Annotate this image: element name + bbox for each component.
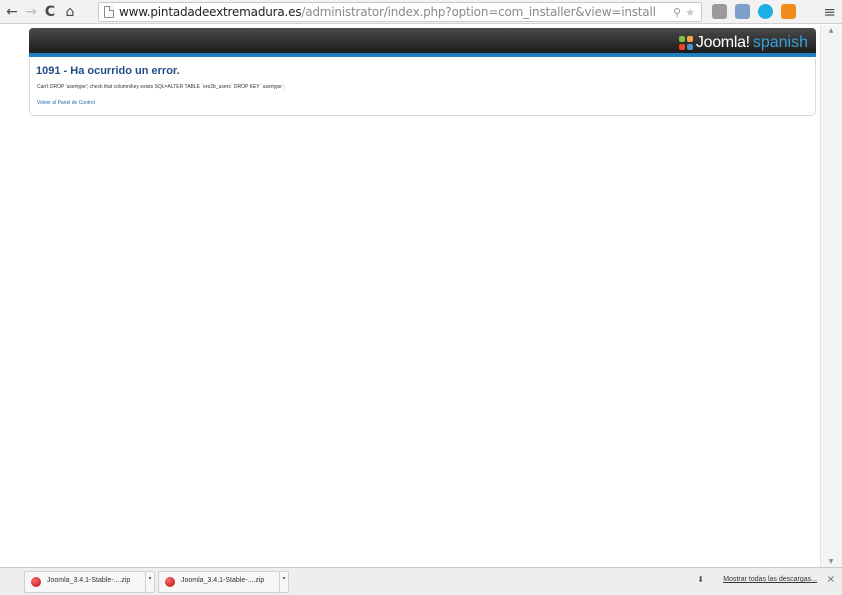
skype-icon[interactable] xyxy=(758,4,773,19)
home-icon[interactable]: ⌂ xyxy=(62,3,78,21)
download-item[interactable]: Joomla_3.4.1-Stable-....zip xyxy=(24,571,146,593)
joomla-brand-sub: spanish xyxy=(752,34,808,51)
star-icon[interactable]: ★ xyxy=(685,6,695,19)
download-item[interactable]: Joomla_3.4.1-Stable-....zip xyxy=(158,571,280,593)
scroll-down-icon[interactable]: ▼ xyxy=(825,558,837,565)
error-title: 1091 - Ha ocurrido un error. xyxy=(36,65,180,77)
page-icon xyxy=(104,6,114,18)
extension-icon[interactable] xyxy=(712,4,727,19)
show-all-downloads-link[interactable]: Mostrar todas las descargas... xyxy=(723,576,817,583)
archive-icon xyxy=(165,577,175,587)
url-path: /administrator/index.php?option=com_inst… xyxy=(301,5,656,19)
error-message: Can't DROP 'usertype'; check that column… xyxy=(37,84,285,90)
joomla-header: Joomla! spanish xyxy=(29,28,816,57)
close-icon[interactable]: × xyxy=(827,574,835,585)
download-shelf: Joomla_3.4.1-Stable-....zip ▾ Joomla_3.4… xyxy=(0,567,842,595)
back-icon[interactable]: ← xyxy=(4,3,20,21)
joomla-logo: Joomla! spanish xyxy=(678,33,808,53)
address-bar[interactable]: www.pintadadeextremadura.es/administrato… xyxy=(98,2,702,22)
archive-icon xyxy=(31,577,41,587)
joomla-brand: Joomla! xyxy=(695,34,750,51)
download-menu-button[interactable]: ▾ xyxy=(280,571,289,593)
error-panel: 1091 - Ha ocurrido un error. Can't DROP … xyxy=(29,59,816,116)
download-filename: Joomla_3.4.1-Stable-....zip xyxy=(181,577,265,584)
download-menu-button[interactable]: ▾ xyxy=(146,571,155,593)
browser-toolbar: ← → C ⌂ www.pintadadeextremadura.es/admi… xyxy=(0,0,842,24)
extension-shield-icon[interactable] xyxy=(735,4,750,19)
forward-icon[interactable]: → xyxy=(23,3,39,21)
url-host: www.pintadadeextremadura.es xyxy=(119,5,302,19)
download-icon: ⬇ xyxy=(697,575,704,584)
url-text: www.pintadadeextremadura.es/administrato… xyxy=(119,5,656,20)
scroll-up-icon[interactable]: ▲ xyxy=(825,27,837,34)
scrollbar[interactable]: ▲ ▼ xyxy=(820,25,842,567)
search-icon[interactable]: ⚲ xyxy=(673,6,681,19)
back-to-control-panel-link[interactable]: Volver al Panel de Control xyxy=(37,100,95,106)
reload-icon[interactable]: C xyxy=(42,3,58,21)
analytics-extension-icon[interactable] xyxy=(781,4,796,19)
joomla-logo-icon xyxy=(678,36,693,50)
download-filename: Joomla_3.4.1-Stable-....zip xyxy=(47,577,131,584)
menu-icon[interactable]: ≡ xyxy=(823,3,836,21)
